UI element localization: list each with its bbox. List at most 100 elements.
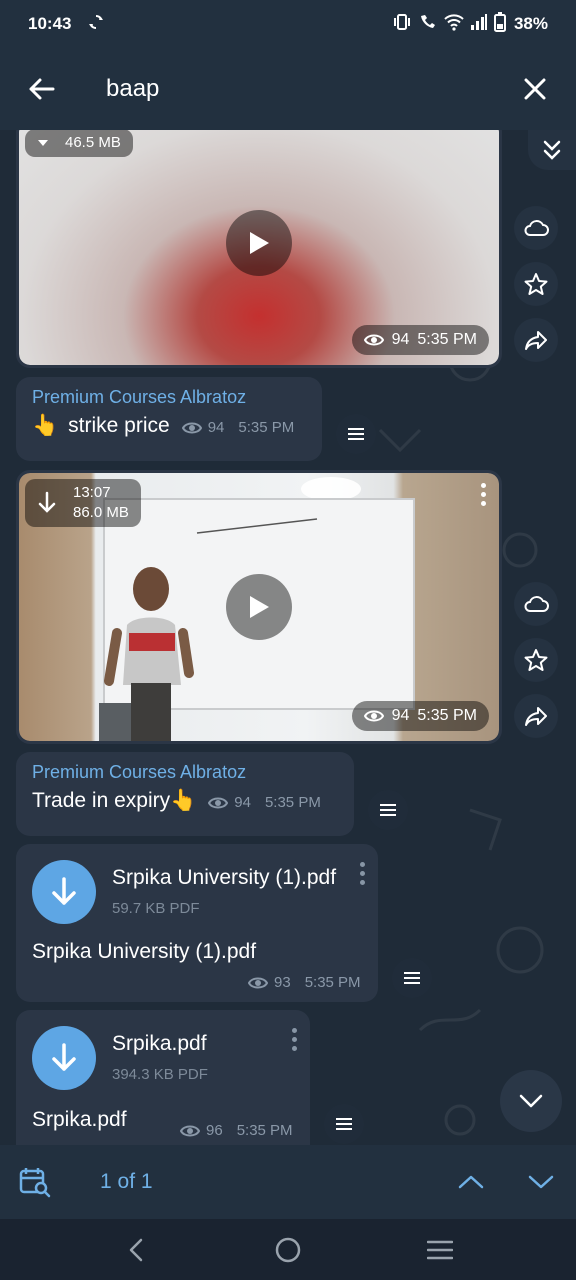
video-size-chip[interactable]: 46.5 MB (25, 130, 133, 157)
view-count: 94 (207, 419, 225, 436)
favorite-button[interactable] (514, 262, 558, 306)
more-options-button[interactable] (292, 1028, 298, 1051)
eye-icon (208, 797, 229, 808)
home-circle-icon (275, 1237, 301, 1262)
chat-area[interactable]: 46.5 MB 94 5:35 PM Premium Courses Albra… (0, 130, 576, 1145)
calendar-search-icon (19, 1168, 51, 1198)
play-icon (250, 596, 269, 618)
sender-name[interactable]: Premium Courses Albratoz (32, 387, 306, 408)
message-time: 5:35 PM (304, 974, 361, 991)
file-caption: Srpika University (1).pdf (32, 940, 257, 963)
system-recents-button[interactable] (410, 1219, 470, 1280)
more-options-button[interactable] (477, 483, 489, 506)
search-result-count: 1 of 1 (100, 1170, 153, 1193)
view-count: 96 (206, 1122, 223, 1139)
view-count: 94 (234, 794, 251, 811)
eye-icon (181, 422, 202, 433)
share-arrow-icon (525, 331, 547, 350)
system-back-button[interactable] (106, 1219, 166, 1280)
message-meta: 94 5:35 PM (181, 419, 295, 436)
sender-name[interactable]: Premium Courses Albratoz (32, 762, 338, 783)
file-download-button[interactable] (32, 860, 96, 924)
message-time: 5:35 PM (417, 331, 477, 348)
scroll-to-mention-button[interactable] (528, 130, 576, 170)
video-thumbnail[interactable]: 46.5 MB 94 5:35 PM (19, 130, 499, 365)
menu-lines-icon (404, 972, 420, 984)
save-to-cloud-button[interactable] (514, 206, 558, 250)
download-icon (38, 491, 56, 513)
message-menu-button[interactable] (392, 958, 432, 998)
next-result-button[interactable] (506, 1145, 576, 1219)
play-button[interactable] (226, 210, 292, 276)
view-count: 94 (391, 331, 410, 348)
download-arrow-icon (52, 877, 76, 905)
file-size: 59.7 KB PDF (112, 900, 200, 917)
status-bar: 10:43 38% (0, 0, 576, 48)
message-meta: 94 5:35 PM (208, 794, 321, 811)
vibrate-icon (392, 13, 412, 36)
video-message[interactable]: 13:07 86.0 MB 94 5:35 PM (16, 470, 502, 744)
share-button[interactable] (514, 694, 558, 738)
save-to-cloud-button[interactable] (514, 582, 558, 626)
cloud-icon (524, 220, 549, 236)
chevron-down-icon (519, 1094, 543, 1108)
message-text: strike price (68, 414, 170, 437)
search-input[interactable]: baap (106, 75, 494, 103)
view-count: 93 (274, 974, 291, 991)
eye-icon (363, 334, 384, 346)
message-time: 5:35 PM (264, 794, 321, 811)
file-name: Srpika University (1).pdf (112, 866, 337, 889)
video-meta: 94 5:35 PM (351, 701, 489, 731)
chevron-down-icon (528, 1175, 554, 1189)
status-right: 38% (392, 11, 548, 37)
file-caption: Srpika.pdf (32, 1108, 127, 1131)
message-menu-button[interactable] (368, 790, 408, 830)
share-arrow-icon (525, 707, 547, 726)
message-time: 5:35 PM (238, 419, 295, 436)
video-size: 86.0 MB (73, 504, 129, 521)
battery-icon (493, 11, 506, 37)
wifi-call-icon (418, 13, 438, 36)
text-message[interactable]: Premium Courses Albratoz Trade in expiry… (16, 752, 354, 836)
download-arrow-icon (52, 1043, 76, 1071)
chevron-up-icon (458, 1175, 484, 1189)
clear-search-button[interactable] (494, 48, 576, 130)
file-message[interactable]: Srpika University (1).pdf 59.7 KB PDF Sr… (16, 844, 378, 1002)
message-menu-button[interactable] (336, 414, 376, 454)
signal-icon (470, 13, 488, 36)
back-button[interactable] (0, 48, 82, 130)
system-home-button[interactable] (258, 1219, 318, 1280)
search-by-date-button[interactable] (0, 1145, 70, 1219)
favorite-button[interactable] (514, 638, 558, 682)
video-download-chip[interactable]: 13:07 86.0 MB (25, 479, 141, 527)
share-button[interactable] (514, 318, 558, 362)
pointing-up-emoji: 👆 (32, 414, 59, 437)
message-meta: 96 5:35 PM (180, 1122, 293, 1139)
message-time: 5:35 PM (236, 1122, 293, 1139)
status-time: 10:43 (28, 14, 72, 33)
play-icon (250, 232, 269, 254)
video-thumbnail[interactable]: 13:07 86.0 MB 94 5:35 PM (19, 473, 499, 741)
video-message[interactable]: 46.5 MB 94 5:35 PM (16, 130, 502, 368)
video-meta: 94 5:35 PM (351, 325, 489, 355)
scroll-to-bottom-button[interactable] (500, 1070, 562, 1132)
menu-lines-icon (427, 1240, 453, 1259)
view-count: 94 (391, 707, 410, 724)
eye-icon (363, 710, 384, 722)
message-menu-button[interactable] (324, 1104, 364, 1144)
file-download-button[interactable] (32, 1026, 96, 1090)
message-text: Trade in expiry👆 (32, 789, 197, 812)
file-size: 394.3 KB PDF (112, 1066, 208, 1083)
cloud-icon (524, 596, 549, 612)
eye-icon (180, 1125, 200, 1136)
file-message[interactable]: Srpika.pdf 394.3 KB PDF Srpika.pdf 96 5:… (16, 1010, 310, 1145)
text-message[interactable]: Premium Courses Albratoz 👆 strike price … (16, 377, 322, 461)
chevron-left-icon (129, 1238, 143, 1261)
star-icon (524, 273, 548, 295)
menu-lines-icon (348, 428, 364, 440)
previous-result-button[interactable] (436, 1145, 506, 1219)
play-button[interactable] (226, 574, 292, 640)
file-name: Srpika.pdf (112, 1032, 207, 1055)
double-chevron-down-icon (543, 140, 561, 160)
more-options-button[interactable] (360, 862, 366, 885)
